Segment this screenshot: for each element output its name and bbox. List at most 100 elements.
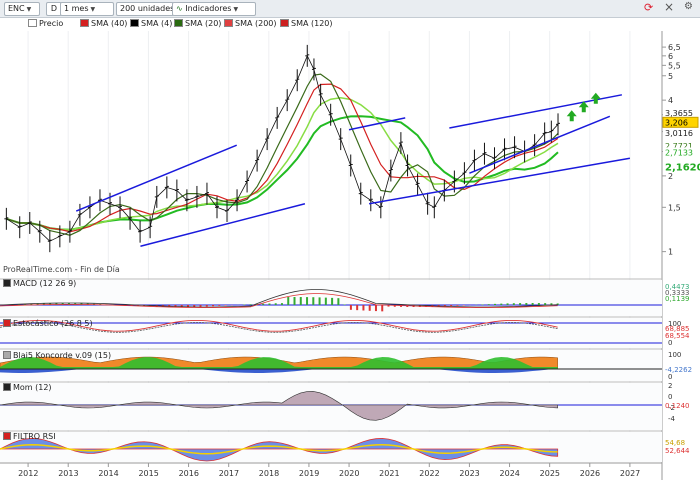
period-label: 1 mes	[64, 4, 89, 13]
x-tick-label: 2022	[419, 469, 439, 478]
price-tick-label: 1,5	[668, 203, 681, 212]
x-tick-label: 2024	[500, 469, 520, 478]
blai-tick: 0	[668, 373, 672, 381]
legend-sma200[interactable]: SMA (200)	[224, 19, 277, 29]
legend-swatch	[174, 19, 183, 27]
x-tick-label: 2020	[339, 469, 359, 478]
macd-hist-bar	[450, 305, 453, 307]
mom-value: 0,1240	[665, 402, 690, 410]
x-tick-label: 2017	[219, 469, 239, 478]
mom-tick: -4	[668, 415, 676, 423]
panel-title-macd[interactable]: MACD (12 26 9)	[3, 279, 76, 289]
panel-title-mom[interactable]: Mom (12)	[3, 383, 52, 393]
legend-sma4[interactable]: SMA (4)	[130, 19, 172, 29]
stoch-value: 68,554	[665, 332, 690, 340]
macd-hist-bar	[274, 303, 277, 305]
blai-swatch	[3, 351, 11, 359]
panel-title-stoch[interactable]: Estocástico (26 8 5)	[3, 319, 93, 329]
price-label: 3,206	[665, 118, 688, 127]
panel-title-blai[interactable]: Blai5 Koncorde v.09 (15)	[3, 351, 111, 361]
x-tick-label: 2016	[179, 469, 199, 478]
legend-sma120[interactable]: SMA (120)	[280, 19, 333, 29]
macd-hist-bar	[356, 305, 359, 311]
macd-hist-bar	[262, 303, 265, 305]
macd-hist-bar	[205, 305, 208, 307]
macd-hist-bar	[306, 297, 309, 305]
price-tick-label: 5	[668, 72, 673, 81]
legend-swatch	[80, 19, 89, 27]
mom-swatch	[3, 383, 11, 391]
price-plot-area[interactable]	[0, 31, 662, 276]
blai-tick: 100	[668, 351, 681, 359]
macd-hist-bar	[218, 305, 221, 306]
macd-hist-bar	[487, 304, 490, 305]
macd-hist-bar	[506, 303, 509, 305]
x-axis: 2012 2013 2014 2015 2016 2017 2018 2019 2020 2021…	[0, 462, 662, 478]
panel-title-rsi[interactable]: FILTRO RSI	[3, 432, 56, 442]
macd-hist-bar	[537, 303, 540, 305]
chevron-down-icon: ▼	[26, 6, 32, 13]
watermark: ProRealTime.com - Fin de Día	[3, 265, 120, 274]
x-tick-label: 2014	[98, 469, 118, 478]
price-axis: 6,565,5543,532,521,513,36553,2063,01162,…	[661, 31, 700, 480]
panel-area-macd[interactable]	[0, 280, 662, 316]
x-tick-label: 2025	[540, 469, 560, 478]
macd-hist-bar	[368, 305, 371, 311]
macd-hist-bar	[343, 304, 346, 305]
x-tick-label: 2019	[299, 469, 319, 478]
chart-toolbar: ENC▼ D 1 mes▼ 200 unidades▼ ∿ Indicadore…	[0, 0, 700, 18]
indicators-label: Indicadores	[185, 4, 232, 13]
macd-hist-bar	[212, 305, 215, 307]
legend-sma40[interactable]: SMA (40)	[80, 19, 127, 29]
legend-price[interactable]: Precio	[28, 19, 63, 29]
price-tick-label: 1	[668, 248, 673, 257]
legend-swatch	[130, 19, 139, 27]
price-tick-label: 6	[668, 52, 673, 61]
macd-hist-bar	[268, 303, 271, 305]
legend-row: Precio SMA (40) SMA (4) SMA (20) SMA (20…	[0, 17, 700, 31]
legend-swatch	[224, 19, 233, 27]
legend-swatch	[280, 19, 289, 27]
macd-hist-bar	[512, 303, 515, 305]
indicator-panels: 0,44730,33330,1139100068,88568,5541000-4…	[0, 278, 692, 462]
period-selector[interactable]: 1 mes ▼	[60, 2, 114, 16]
x-tick-label: 2013	[58, 469, 78, 478]
x-tick-label: 2015	[138, 469, 158, 478]
macd-hist-bar	[249, 304, 252, 305]
macd-hist-bar	[199, 305, 202, 307]
units-selector[interactable]: 200 unidades▼	[116, 2, 181, 16]
macd-hist-bar	[500, 303, 503, 305]
legend-sma20[interactable]: SMA (20)	[174, 19, 221, 29]
macd-hist-bar	[293, 297, 296, 305]
x-tick-label: 2021	[379, 469, 399, 478]
macd-swatch	[3, 279, 11, 287]
panel-area-rsi[interactable]	[0, 432, 662, 462]
stoch-tick: 0	[668, 339, 672, 347]
units-label: 200 unidades	[120, 4, 175, 13]
macd-hist-bar	[331, 297, 334, 305]
stoch-swatch	[3, 319, 11, 327]
macd-hist-bar	[531, 303, 534, 305]
macd-hist-bar	[324, 297, 327, 305]
macd-hist-bar	[519, 303, 522, 305]
x-tick-label: 2026	[580, 469, 600, 478]
price-label: 3,0116	[665, 129, 693, 138]
x-tick-label: 2012	[18, 469, 38, 478]
refresh-icon[interactable]: ⟳	[644, 1, 653, 14]
rsi-value: 54,68	[665, 439, 685, 447]
close-icon[interactable]: ×	[664, 0, 674, 14]
price-tick-label: 4	[668, 96, 673, 105]
macd-hist-bar	[456, 305, 459, 306]
price-label: 3,3655	[665, 109, 693, 118]
settings-icon[interactable]: ⚙	[684, 1, 693, 12]
price-label: 2,1620	[665, 162, 700, 173]
price-tick-label: 5,5	[668, 61, 681, 70]
indicators-button[interactable]: ∿ Indicadores ▼	[172, 2, 256, 16]
macd-hist-bar	[381, 305, 384, 312]
symbol-selector[interactable]: ENC ▼	[4, 2, 40, 16]
price-chart[interactable]: 6,565,5543,532,521,513,36553,2063,01162,…	[0, 31, 700, 480]
macd-hist-bar	[318, 297, 321, 305]
x-tick-label: 2023	[459, 469, 479, 478]
macd-hist-bar	[312, 297, 315, 305]
symbol-label: ENC	[8, 4, 25, 13]
